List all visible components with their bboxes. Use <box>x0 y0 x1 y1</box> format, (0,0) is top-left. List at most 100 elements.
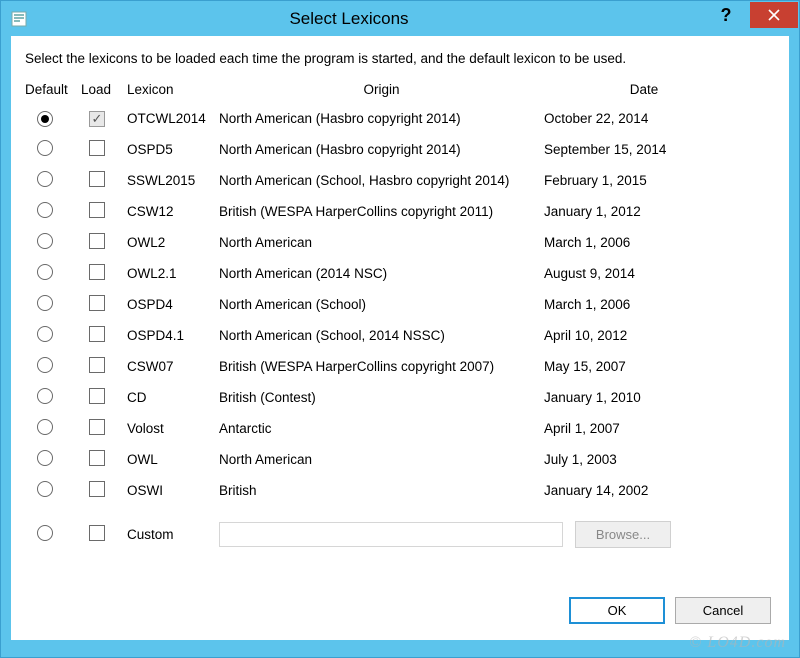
lexicon-origin: British (WESPA HarperCollins copyright 2… <box>219 204 544 219</box>
default-radio[interactable] <box>37 326 53 342</box>
custom-path-input[interactable] <box>219 522 563 547</box>
lexicon-name: OWL2.1 <box>127 266 219 281</box>
lexicon-name: OSPD5 <box>127 142 219 157</box>
default-radio[interactable] <box>37 140 53 156</box>
load-checkbox[interactable] <box>89 295 105 311</box>
lexicon-row: SSWL2015North American (School, Hasbro c… <box>25 165 775 196</box>
default-radio[interactable] <box>37 295 53 311</box>
lexicon-origin: Antarctic <box>219 421 544 436</box>
lexicon-name: OTCWL2014 <box>127 111 219 126</box>
lexicon-row: OWL2.1North American (2014 NSC)August 9,… <box>25 258 775 289</box>
load-checkbox[interactable] <box>89 140 105 156</box>
lexicon-date: September 15, 2014 <box>544 142 744 157</box>
titlebar: Select Lexicons ? <box>2 2 798 36</box>
instructions-text: Select the lexicons to be loaded each ti… <box>25 50 775 68</box>
lexicon-origin: British (Contest) <box>219 390 544 405</box>
load-checkbox[interactable] <box>89 450 105 466</box>
lexicon-date: March 1, 2006 <box>544 235 744 250</box>
header-lexicon: Lexicon <box>127 82 219 97</box>
lexicon-row: OSPD5North American (Hasbro copyright 20… <box>25 134 775 165</box>
help-button[interactable]: ? <box>702 2 750 28</box>
lexicon-origin: North American <box>219 452 544 467</box>
load-checkbox[interactable] <box>89 171 105 187</box>
lexicon-row: OSPD4North American (School)March 1, 200… <box>25 289 775 320</box>
header-default: Default <box>25 82 81 97</box>
lexicon-date: October 22, 2014 <box>544 111 744 126</box>
lexicon-origin: North American (2014 NSC) <box>219 266 544 281</box>
load-checkbox[interactable] <box>89 357 105 373</box>
lexicon-date: July 1, 2003 <box>544 452 744 467</box>
dialog-window: Select Lexicons ? Select the lexicons to… <box>0 0 800 658</box>
header-origin: Origin <box>219 82 544 97</box>
lexicon-date: May 15, 2007 <box>544 359 744 374</box>
load-checkbox[interactable] <box>89 233 105 249</box>
default-radio[interactable] <box>37 481 53 497</box>
lexicon-origin: North American (Hasbro copyright 2014) <box>219 111 544 126</box>
load-checkbox[interactable] <box>89 202 105 218</box>
titlebar-controls: ? <box>702 2 798 36</box>
lexicon-origin: British <box>219 483 544 498</box>
dialog-buttons: OK Cancel <box>569 597 771 624</box>
lexicon-date: March 1, 2006 <box>544 297 744 312</box>
lexicon-origin: North American (School, 2014 NSSC) <box>219 328 544 343</box>
lexicon-name: OSPD4 <box>127 297 219 312</box>
dialog-body: Select the lexicons to be loaded each ti… <box>11 36 789 640</box>
load-checkbox[interactable] <box>89 326 105 342</box>
default-radio[interactable] <box>37 450 53 466</box>
lexicon-name: OSWI <box>127 483 219 498</box>
lexicon-origin: North American (Hasbro copyright 2014) <box>219 142 544 157</box>
default-radio[interactable] <box>37 388 53 404</box>
default-radio[interactable] <box>37 357 53 373</box>
default-radio[interactable] <box>37 233 53 249</box>
load-checkbox[interactable] <box>89 264 105 280</box>
lexicon-date: April 10, 2012 <box>544 328 744 343</box>
load-checkbox[interactable] <box>89 419 105 435</box>
lexicon-date: April 1, 2007 <box>544 421 744 436</box>
default-radio[interactable] <box>37 202 53 218</box>
lexicon-row: CDBritish (Contest)January 1, 2010 <box>25 382 775 413</box>
lexicon-date: January 1, 2010 <box>544 390 744 405</box>
default-radio[interactable] <box>37 111 53 127</box>
custom-load-checkbox[interactable] <box>89 525 105 541</box>
lexicon-name: OWL <box>127 452 219 467</box>
lexicon-row: CSW07British (WESPA HarperCollins copyri… <box>25 351 775 382</box>
lexicon-name: SSWL2015 <box>127 173 219 188</box>
load-checkbox[interactable] <box>89 481 105 497</box>
lexicon-date: February 1, 2015 <box>544 173 744 188</box>
default-radio[interactable] <box>37 264 53 280</box>
app-icon <box>10 10 28 28</box>
lexicon-name: OSPD4.1 <box>127 328 219 343</box>
close-button[interactable] <box>750 2 798 28</box>
lexicon-date: January 1, 2012 <box>544 204 744 219</box>
custom-row: Custom Browse... <box>25 516 775 552</box>
custom-label: Custom <box>127 527 219 542</box>
header-date: Date <box>544 82 744 97</box>
custom-default-radio[interactable] <box>37 525 53 541</box>
lexicon-row: OWLNorth AmericanJuly 1, 2003 <box>25 444 775 475</box>
cancel-button[interactable]: Cancel <box>675 597 771 624</box>
lexicon-origin: British (WESPA HarperCollins copyright 2… <box>219 359 544 374</box>
lexicon-origin: North American <box>219 235 544 250</box>
load-checkbox[interactable] <box>89 388 105 404</box>
ok-button[interactable]: OK <box>569 597 665 624</box>
column-headers: Default Load Lexicon Origin Date <box>25 82 775 97</box>
lexicon-row: OSWIBritishJanuary 14, 2002 <box>25 475 775 506</box>
lexicon-row: VolostAntarcticApril 1, 2007 <box>25 413 775 444</box>
lexicon-row: OSPD4.1North American (School, 2014 NSSC… <box>25 320 775 351</box>
lexicon-rows: OTCWL2014North American (Hasbro copyrigh… <box>25 103 775 506</box>
load-checkbox[interactable] <box>89 111 105 127</box>
lexicon-name: CD <box>127 390 219 405</box>
default-radio[interactable] <box>37 419 53 435</box>
lexicon-date: August 9, 2014 <box>544 266 744 281</box>
lexicon-row: CSW12British (WESPA HarperCollins copyri… <box>25 196 775 227</box>
dialog-title: Select Lexicons <box>36 9 702 29</box>
lexicon-row: OTCWL2014North American (Hasbro copyrigh… <box>25 103 775 134</box>
browse-button[interactable]: Browse... <box>575 521 671 548</box>
lexicon-origin: North American (School) <box>219 297 544 312</box>
lexicon-name: CSW07 <box>127 359 219 374</box>
lexicon-date: January 14, 2002 <box>544 483 744 498</box>
lexicon-name: OWL2 <box>127 235 219 250</box>
lexicon-name: Volost <box>127 421 219 436</box>
default-radio[interactable] <box>37 171 53 187</box>
lexicon-origin: North American (School, Hasbro copyright… <box>219 173 544 188</box>
